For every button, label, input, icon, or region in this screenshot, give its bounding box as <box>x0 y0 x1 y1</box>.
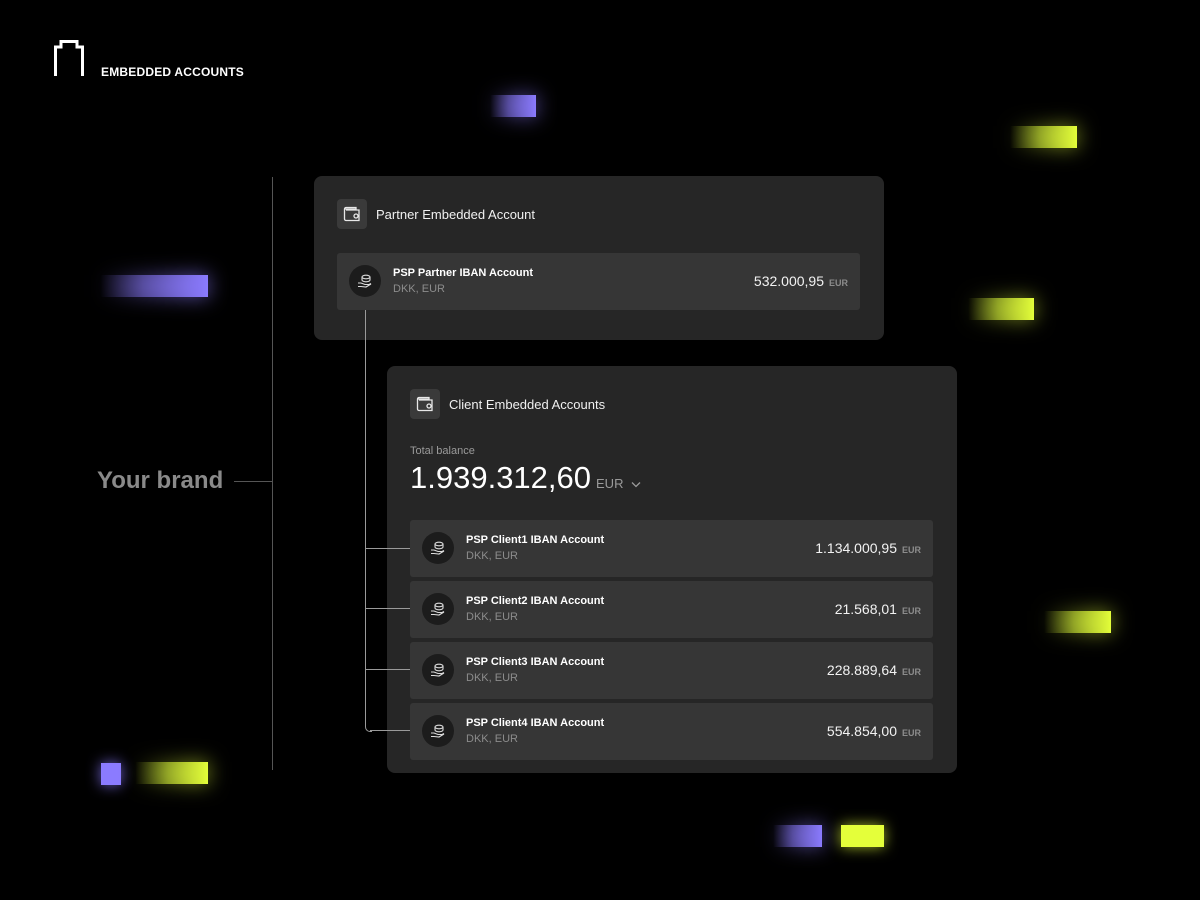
brand-label: Your brand <box>97 467 224 494</box>
account-currency: EUR <box>901 728 921 738</box>
account-balance: 532.000,95 <box>753 273 824 289</box>
account-amount: 532.000,95 EUR <box>754 273 848 289</box>
coins-hand-icon <box>422 593 454 625</box>
account-balance: 21.568,01 <box>834 601 897 617</box>
account-balance: 228.889,64 <box>826 662 897 678</box>
client-account-row[interactable]: PSP Client2 IBAN Account DKK, EUR 21.568… <box>410 581 933 638</box>
client-panel-header: Client Embedded Accounts <box>410 389 605 419</box>
account-currency: EUR <box>828 278 848 288</box>
partner-panel: Partner Embedded Account PSP Partner IBA… <box>314 176 884 340</box>
brand-bracket-line <box>272 177 273 770</box>
decor-bar <box>1010 126 1077 148</box>
account-name: PSP Client3 IBAN Account <box>466 656 605 668</box>
partner-account-row[interactable]: PSP Partner IBAN Account DKK, EUR 532.00… <box>337 253 860 310</box>
client-account-row[interactable]: PSP Client3 IBAN Account DKK, EUR 228.88… <box>410 642 933 699</box>
decor-bar <box>968 298 1034 320</box>
total-balance-label: Total balance <box>410 445 475 457</box>
decor-square <box>101 763 121 785</box>
coins-hand-icon <box>349 265 381 297</box>
currency-selector[interactable]: EUR <box>596 476 641 491</box>
account-currencies: DKK, EUR <box>466 733 518 745</box>
decor-bar <box>1044 611 1111 633</box>
connector-branch <box>365 548 410 549</box>
account-name: PSP Client1 IBAN Account <box>466 534 605 546</box>
account-currency: EUR <box>901 545 921 555</box>
account-balance: 1.134.000,95 <box>815 540 897 556</box>
partner-panel-title: Partner Embedded Account <box>376 206 535 222</box>
chevron-down-icon <box>631 482 641 488</box>
connector-branch <box>365 669 410 670</box>
wallet-icon <box>337 199 367 229</box>
connector-trunk <box>365 310 366 726</box>
account-currencies: DKK, EUR <box>466 550 518 562</box>
connector-branch <box>370 730 410 731</box>
account-amount: 21.568,01 EUR <box>835 601 921 617</box>
client-account-row[interactable]: PSP Client4 IBAN Account DKK, EUR 554.85… <box>410 703 933 760</box>
connector-branch <box>365 608 410 609</box>
decor-bar <box>841 825 884 847</box>
account-amount: 1.134.000,95 EUR <box>815 540 921 556</box>
client-panel: Client Embedded Accounts Total balance 1… <box>387 366 957 773</box>
partner-panel-header: Partner Embedded Account <box>337 199 535 229</box>
wallet-icon <box>410 389 440 419</box>
account-currencies: DKK, EUR <box>466 672 518 684</box>
arch-logo-icon <box>54 40 84 76</box>
account-name: PSP Client2 IBAN Account <box>466 595 605 607</box>
account-balance: 554.854,00 <box>826 723 897 739</box>
decor-bar <box>100 275 208 297</box>
currency-selector-label: EUR <box>596 476 624 491</box>
account-currencies: DKK, EUR <box>466 611 518 623</box>
decor-bar <box>490 95 536 117</box>
coins-hand-icon <box>422 654 454 686</box>
account-amount: 228.889,64 EUR <box>827 662 921 678</box>
client-account-row[interactable]: PSP Client1 IBAN Account DKK, EUR 1.134.… <box>410 520 933 577</box>
account-name: PSP Partner IBAN Account <box>393 267 533 279</box>
coins-hand-icon <box>422 532 454 564</box>
decor-bar <box>135 762 208 784</box>
account-amount: 554.854,00 EUR <box>827 723 921 739</box>
decor-bar <box>773 825 822 847</box>
account-name: PSP Client4 IBAN Account <box>466 717 605 729</box>
total-balance: 1.939.312,60 EUR <box>410 460 641 496</box>
account-currency: EUR <box>901 606 921 616</box>
brand-bracket-tick <box>234 481 272 482</box>
account-currencies: DKK, EUR <box>393 283 445 295</box>
account-currency: EUR <box>901 667 921 677</box>
coins-hand-icon <box>422 715 454 747</box>
total-balance-value: 1.939.312,60 <box>410 460 592 495</box>
client-panel-title: Client Embedded Accounts <box>449 396 606 412</box>
page-title: EMBEDDED ACCOUNTS <box>101 65 244 79</box>
